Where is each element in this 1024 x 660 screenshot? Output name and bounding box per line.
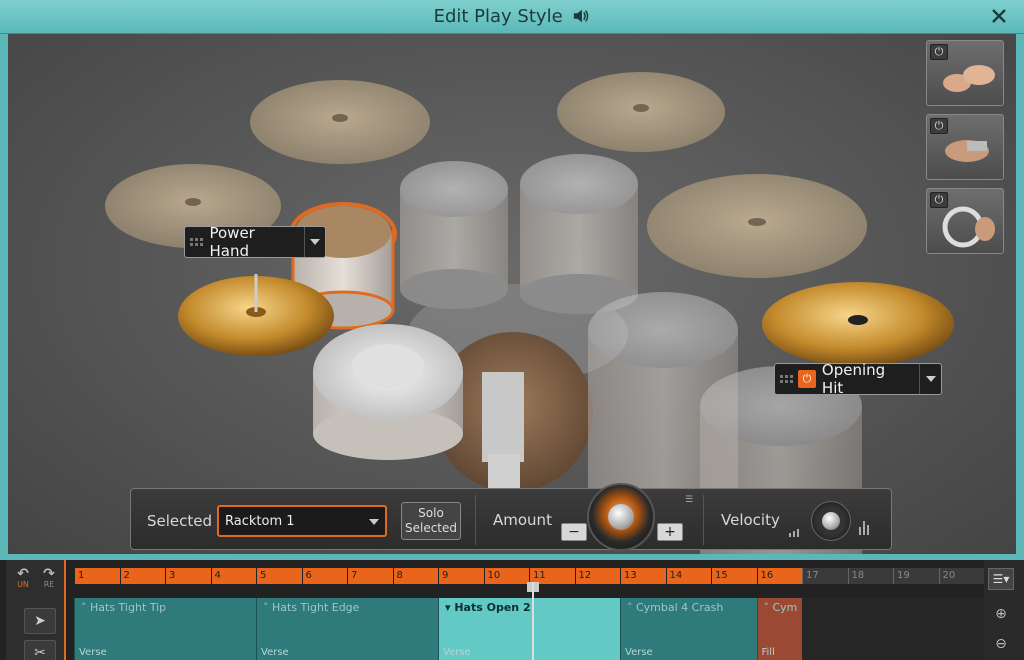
drum-kit-stage: Power Hand ⏻ Opening Hit ⏻ ⏻ ⏻ [8, 34, 1016, 554]
crash-cymbal-right[interactable] [762, 282, 954, 366]
drum-kit-illustration [105, 72, 954, 554]
ruler-tick: 10 [483, 568, 500, 584]
velocity-label: Velocity [721, 511, 780, 529]
ride-cymbal-back-left[interactable] [250, 80, 430, 164]
divider [703, 495, 704, 545]
ruler-tick: 18 [847, 568, 864, 584]
amount-decrease-button[interactable]: − [561, 523, 587, 541]
timeline-clip[interactable]: ▾ Hats Open 2 Verse [438, 598, 620, 660]
crash-cymbal-back-right[interactable] [557, 72, 725, 152]
timeline-panel: ↶ UN ↷ RE ➤ ✂ 1 2 3 4 5 6 7 8 9 10 11 12 13 14 15 16 17 18 1… [0, 560, 1024, 660]
timeline-menu-icon[interactable]: ☰▾ [988, 568, 1014, 590]
ride-cymbal-right[interactable] [647, 174, 867, 278]
ruler-tick: 15 [711, 568, 728, 584]
ruler-tick: 8 [392, 568, 403, 584]
clip-name: ˄ Hats Tight Tip [81, 601, 167, 614]
timeline-tools: ↶ UN ↷ RE ➤ ✂ [6, 560, 66, 660]
power-icon[interactable]: ⏻ [930, 118, 948, 134]
window-title: Edit Play Style [433, 6, 563, 27]
clip-name: ˄ Cym [763, 601, 798, 614]
clip-name: ˄ Cymbal 4 Crash [627, 601, 724, 614]
amount-knob[interactable] [587, 483, 655, 551]
ruler-tick: 4 [210, 568, 221, 584]
undo-icon: ↶ [17, 566, 29, 582]
clip-section: Verse [625, 647, 653, 658]
velocity-low-icon [789, 529, 799, 537]
ruler-tick: 2 [119, 568, 130, 584]
chevron-down-icon [369, 519, 379, 525]
zoom-in-icon[interactable]: ⊕ [990, 606, 1012, 628]
clip-name: ▾ Hats Open 2 [445, 601, 531, 614]
redo-button[interactable]: ↷ RE [38, 566, 60, 589]
undo-button[interactable]: ↶ UN [12, 566, 34, 589]
timeline-clip[interactable]: ˄ Cym Fill [756, 598, 802, 660]
window-frame-left [0, 34, 8, 554]
title-bar: Edit Play Style [0, 0, 1024, 34]
zoom-out-icon[interactable]: ⊖ [990, 636, 1012, 658]
clip-section: Fill [761, 647, 775, 658]
redo-icon: ↷ [43, 566, 55, 582]
power-icon[interactable]: ⏻ [930, 192, 948, 208]
ruler-tick: 7 [347, 568, 357, 584]
ruler-tick: 5 [256, 568, 266, 584]
drag-grip-icon[interactable] [190, 227, 203, 257]
chevron-down-icon[interactable] [919, 364, 941, 394]
snare-drum[interactable] [313, 324, 463, 460]
solo-line-2: Selected [404, 521, 458, 535]
power-icon[interactable]: ⏻ [797, 370, 816, 388]
tambourine-thumbnail[interactable]: ⏻ [926, 188, 1004, 254]
ruler-tick: 19 [893, 568, 910, 584]
clip-section: Verse [443, 647, 471, 658]
timeline-clip[interactable]: ˄ Hats Tight Edge Verse [256, 598, 438, 660]
clip-section: Verse [261, 647, 289, 658]
amount-label: Amount [493, 511, 552, 529]
opening-hit-label: Opening Hit [821, 361, 886, 397]
velocity-high-icon [859, 521, 869, 535]
drag-grip-icon[interactable] [780, 364, 794, 394]
selected-label: Selected [147, 512, 213, 530]
hands-thumbnail[interactable]: ⏻ [926, 40, 1004, 106]
scissors-tool-icon[interactable]: ✂ [24, 640, 56, 660]
amount-increase-button[interactable]: + [657, 523, 683, 541]
menu-lines-icon[interactable]: ☰ [685, 495, 693, 505]
timeline-side-controls: ☰▾ ⊕ ⊖ [984, 560, 1024, 660]
clip-name: ˄ Hats Tight Edge [263, 601, 360, 614]
ruler-tick: 20 [938, 568, 955, 584]
divider [475, 495, 476, 545]
chevron-down-icon[interactable] [303, 227, 325, 257]
pointer-tool-icon[interactable]: ➤ [24, 608, 56, 634]
playhead[interactable] [532, 582, 534, 660]
selected-piece-value: Racktom 1 [225, 514, 295, 529]
shaker-thumbnail[interactable]: ⏻ [926, 114, 1004, 180]
ruler-tick: 12 [574, 568, 591, 584]
clip-track: ˄ Hats Tight Tip Verse ˄ Hats Tight Edge Ve… [74, 598, 984, 660]
timeline-clip[interactable]: ˄ Cymbal 4 Crash Verse [620, 598, 757, 660]
power-icon[interactable]: ⏻ [930, 44, 948, 60]
clip-section: Verse [79, 647, 107, 658]
speaker-icon[interactable] [572, 7, 590, 25]
play-style-control-bar: Selected Racktom 1 Solo Selected Amount … [130, 483, 892, 551]
ruler-tick: 17 [802, 568, 819, 584]
close-icon[interactable] [988, 5, 1010, 27]
ruler-tick: 1 [74, 568, 84, 584]
ruler-tick: 6 [301, 568, 312, 584]
velocity-knob[interactable] [811, 501, 851, 541]
power-hand-label: Power Hand [209, 224, 255, 260]
ruler-tick: 14 [665, 568, 682, 584]
selected-piece-dropdown[interactable]: Racktom 1 [217, 505, 387, 537]
undo-label: UN [17, 580, 29, 589]
ruler-tick: 3 [165, 568, 175, 584]
solo-line-1: Solo [418, 506, 444, 520]
ruler-tick: 13 [620, 568, 637, 584]
window-title-wrap: Edit Play Style [0, 6, 1024, 27]
power-hand-selector[interactable]: Power Hand [184, 224, 326, 260]
ruler-tick: 9 [438, 568, 448, 584]
solo-selected-button[interactable]: Solo Selected [401, 502, 461, 540]
redo-label: RE [43, 580, 55, 589]
timeline-clip[interactable]: ˄ Hats Tight Tip Verse [74, 598, 256, 660]
window-frame-right [1016, 34, 1024, 554]
ruler-tick: 16 [756, 568, 773, 584]
opening-hit-selector[interactable]: ⏻ Opening Hit [774, 361, 942, 397]
